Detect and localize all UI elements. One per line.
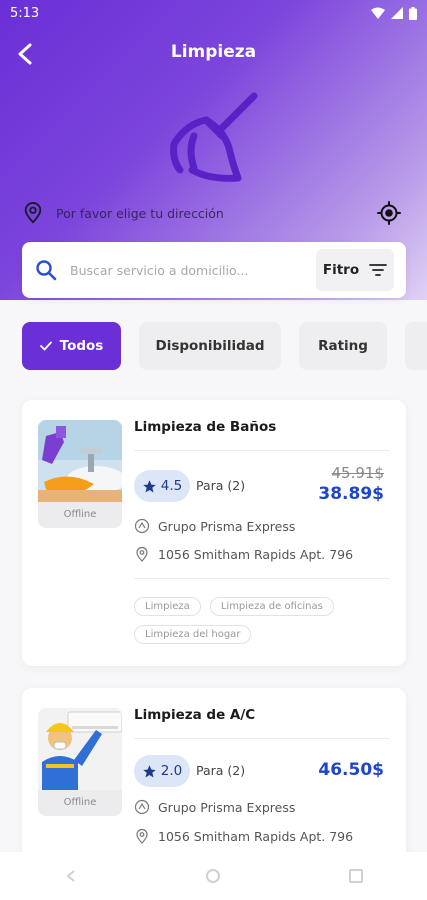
tag[interactable]: Limpieza del hogar	[134, 625, 252, 644]
provider-row: Grupo Prisma Express	[134, 799, 295, 815]
address-row: 1056 Smitham Rapids Apt. 796	[134, 828, 353, 844]
search-bar: Fitro	[22, 242, 406, 298]
star-icon	[143, 764, 156, 777]
old-price: 45.91$	[331, 464, 385, 482]
location-pin-icon	[136, 828, 148, 844]
filter-label: Fitro	[322, 262, 360, 278]
wifi-icon	[371, 7, 385, 19]
star-icon	[143, 479, 156, 492]
chip-label: Rating	[318, 338, 368, 354]
provider-icon	[134, 518, 150, 534]
rating-value: 2.0	[160, 763, 183, 779]
system-nav-bar	[0, 852, 427, 900]
address-row: 1056 Smitham Rapids Apt. 796	[134, 546, 353, 562]
signal-icon	[391, 7, 403, 19]
service-address: 1056 Smitham Rapids Apt. 796	[158, 546, 354, 562]
page-title: Limpieza	[170, 42, 257, 62]
back-nav-icon[interactable]	[62, 867, 80, 885]
price: 46.50$	[318, 760, 384, 780]
gps-locate-icon[interactable]	[376, 200, 402, 226]
ac-technician-image	[38, 708, 122, 790]
location-pin-icon	[136, 546, 148, 562]
filter-icon	[369, 264, 388, 276]
chip-label: Disponibilidad	[155, 338, 265, 354]
address-row: Por favor elige tu dirección	[22, 200, 402, 226]
broom-icon	[170, 92, 258, 182]
service-title: Limpieza de A/C	[134, 707, 256, 723]
home-nav-icon[interactable]	[204, 867, 222, 885]
status-label: Offline	[63, 797, 97, 808]
divider	[134, 578, 390, 579]
chip-more[interactable]	[405, 322, 427, 370]
price: 38.89$	[318, 484, 384, 504]
tag[interactable]: Limpieza	[134, 597, 201, 616]
provider-icon	[134, 799, 150, 815]
location-pin-icon[interactable]	[22, 202, 44, 224]
divider	[134, 450, 390, 451]
filter-chips: Todos Disponibilidad Rating	[22, 322, 427, 370]
chip-label: Todos	[59, 338, 104, 354]
rating-badge: 2.0	[134, 755, 190, 787]
status-label: Offline	[63, 509, 97, 520]
service-address: 1056 Smitham Rapids Apt. 796	[158, 828, 354, 844]
status-bar: 5:13	[0, 0, 427, 26]
rating-badge: 4.5	[134, 470, 190, 502]
provider-name: Grupo Prisma Express	[158, 799, 296, 815]
reviews-count: Para (2)	[196, 478, 246, 493]
service-card[interactable]: Offline Limpieza de Baños 4.5 Para (2) 4…	[22, 400, 406, 666]
provider-row: Grupo Prisma Express	[134, 518, 295, 534]
check-icon	[39, 341, 52, 351]
search-icon	[36, 260, 57, 281]
filter-button[interactable]: Fitro	[316, 249, 394, 291]
tag[interactable]: Limpieza de oficinas	[209, 597, 334, 616]
rating-value: 4.5	[160, 478, 183, 494]
chip-disponibilidad[interactable]: Disponibilidad	[139, 322, 281, 370]
address-prompt[interactable]: Por favor elige tu dirección	[56, 206, 376, 221]
service-thumbnail: Offline	[38, 420, 122, 528]
status-time: 5:13	[10, 5, 40, 21]
search-input[interactable]	[70, 262, 316, 278]
reviews-count: Para (2)	[196, 763, 246, 778]
provider-name: Grupo Prisma Express	[158, 518, 296, 534]
recents-nav-icon[interactable]	[347, 867, 365, 885]
service-thumbnail: Offline	[38, 708, 122, 816]
chip-todos[interactable]: Todos	[22, 322, 121, 370]
tag-list: Limpieza Limpieza de oficinas Limpieza d…	[134, 594, 394, 650]
chip-rating[interactable]: Rating	[299, 322, 387, 370]
bathroom-cleaning-image	[38, 420, 122, 502]
battery-icon	[409, 6, 417, 20]
divider	[134, 738, 390, 739]
service-title: Limpieza de Baños	[134, 419, 277, 435]
